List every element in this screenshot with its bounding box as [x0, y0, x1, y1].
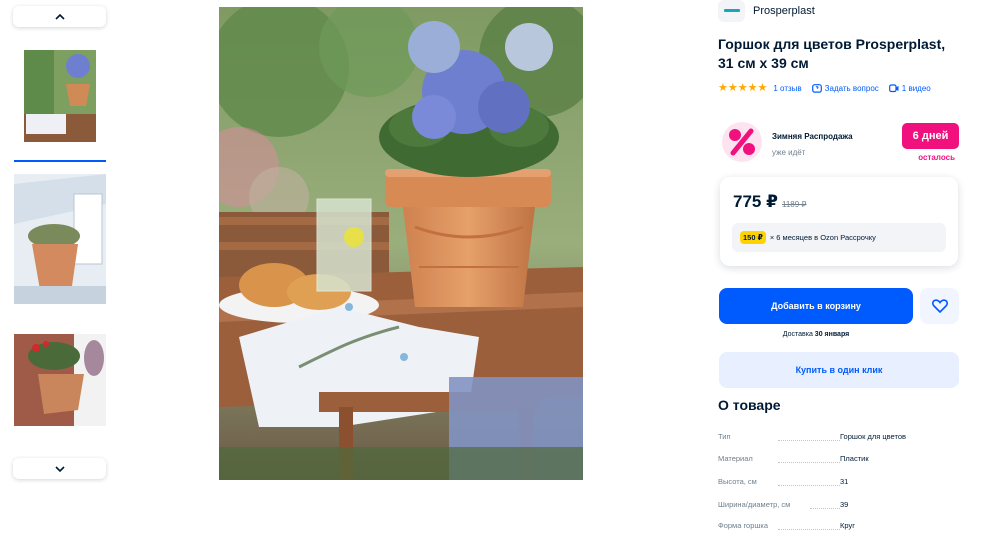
ask-question-link[interactable]: Задать вопрос [811, 83, 879, 94]
videos-label: 1 видео [901, 84, 931, 93]
thumbnail-image [14, 174, 106, 304]
price-card: 775 ₽ 1189 ₽ 150 ₽ × 6 месяцев в Ozon Ра… [720, 177, 958, 266]
promo-title: Зимняя Распродажа [772, 132, 853, 141]
brand-logo [718, 0, 745, 22]
product-title: Горшок для цветов Prosperplast, 31 см х … [718, 36, 946, 71]
old-price: 1189 ₽ [782, 200, 807, 209]
rating-stars[interactable]: ★ ★ ★ ★ ★ [718, 83, 767, 94]
spec-value: Пластик [840, 454, 869, 463]
spec-row: Материал Пластик [718, 454, 962, 468]
star-icon: ★ [718, 82, 728, 94]
ask-question-label: Задать вопрос [824, 84, 879, 93]
spec-row: Форма горшка Круг [718, 521, 962, 533]
product-main-image[interactable] [219, 7, 583, 480]
percent-icon [722, 122, 762, 162]
favorite-button[interactable] [920, 288, 959, 324]
spec-row: Тип Горшок для цветов [718, 432, 962, 446]
spec-value: Круг [840, 521, 855, 530]
brand-name[interactable]: Prosperplast [753, 5, 815, 17]
brand[interactable]: Prosperplast [718, 0, 815, 22]
delivery-info: Доставка 30 января [719, 331, 913, 338]
star-icon: ★ [757, 82, 768, 94]
installment-text: × 6 месяцев в Ozon Рассрочку [769, 233, 876, 242]
promo-banner[interactable]: Зимняя Распродажа уже идёт 6 дней остало… [721, 121, 962, 167]
thumbnail-image [14, 44, 106, 162]
about-title: О товаре [718, 397, 781, 413]
brand-logo-icon [723, 9, 740, 12]
heart-icon [931, 299, 948, 313]
spec-divider [810, 508, 840, 509]
delivery-prefix: Доставка [782, 331, 815, 338]
thumbnails-down-button[interactable] [13, 458, 106, 479]
add-to-cart-button[interactable]: Добавить в корзину [719, 288, 913, 324]
spec-divider [778, 440, 840, 441]
spec-value: Горшок для цветов [840, 432, 906, 441]
spec-row: Высота, см 31 [718, 477, 962, 491]
chevron-down-icon [54, 465, 65, 472]
thumbnails-up-button[interactable] [13, 6, 106, 27]
promo-days-left: осталось [918, 153, 955, 162]
current-price: 775 ₽ [733, 192, 778, 211]
star-icon: ★ [727, 82, 738, 94]
spec-value: 39 [840, 500, 849, 509]
video-icon [888, 84, 899, 93]
promo-subtitle: уже идёт [772, 148, 806, 157]
question-icon [811, 83, 822, 93]
reviews-label: 1 отзыв [773, 84, 802, 93]
buy-one-click-button[interactable]: Купить в один клик [719, 352, 959, 388]
spec-row: Ширина/диаметр, см 39 [718, 500, 962, 514]
installment-offer[interactable]: 150 ₽ × 6 месяцев в Ozon Рассрочку [732, 223, 946, 252]
product-meta: ★ ★ ★ ★ ★ 1 отзыв Задать вопрос 1 видео [718, 83, 941, 94]
thumbnail-gallery [13, 6, 107, 484]
installment-amount: 150 ₽ [740, 231, 766, 244]
promo-days-badge: 6 дней [902, 123, 959, 149]
thumbnail-2[interactable] [14, 174, 106, 304]
thumbnail-1[interactable] [14, 44, 106, 162]
chevron-up-icon [54, 13, 65, 20]
thumbnail-image [14, 334, 106, 426]
spec-value: 31 [840, 477, 849, 486]
spec-divider [778, 485, 840, 486]
star-icon: ★ [747, 82, 758, 94]
product-photo [219, 7, 583, 480]
thumbnail-3[interactable] [14, 334, 106, 426]
videos-link[interactable]: 1 видео [888, 84, 931, 93]
spec-divider [778, 462, 840, 463]
star-icon: ★ [737, 82, 748, 94]
spec-divider [778, 529, 840, 530]
delivery-date: 30 января [814, 331, 850, 338]
reviews-link[interactable]: 1 отзыв [773, 84, 801, 93]
